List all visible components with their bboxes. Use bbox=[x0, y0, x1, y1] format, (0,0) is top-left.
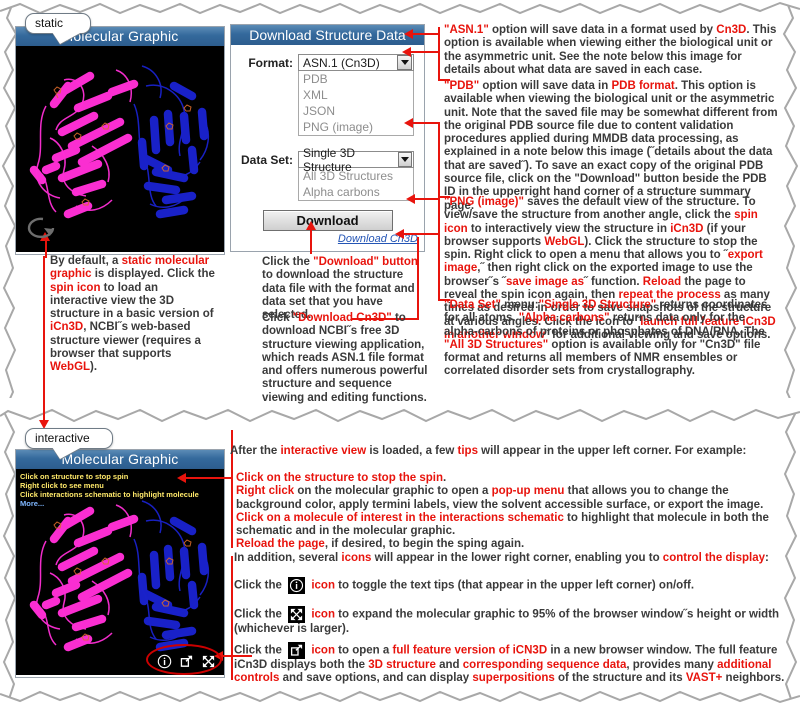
icon-row-info-prefix: Click the bbox=[234, 579, 282, 592]
leader-png bbox=[412, 122, 440, 124]
format-row: Format: ASN.1 (Cn3D) PDB XML JSON PNG (i… bbox=[231, 54, 424, 136]
info-icon[interactable] bbox=[288, 577, 306, 594]
format-label: Format: bbox=[248, 56, 293, 70]
leader-static-long bbox=[43, 256, 45, 423]
annotation-icons-intro: In addition, several icons will appear i… bbox=[234, 552, 786, 565]
tip-line-2: Right click to see menu bbox=[20, 481, 104, 490]
static-molecular-graphic-canvas[interactable] bbox=[16, 46, 224, 252]
leader-pdb-stem bbox=[438, 51, 440, 81]
format-select[interactable]: ASN.1 (Cn3D) bbox=[298, 54, 414, 71]
leader-cn3d-stem bbox=[438, 233, 440, 288]
annotation-interactive-tips: Click on the structure to stop the spin.… bbox=[236, 472, 786, 552]
interactive-tip-4: Reload the page, if desired, to begin th… bbox=[236, 538, 525, 551]
callout-static-label: static bbox=[35, 16, 64, 30]
icon-row-expand: Click the icon to expand the molecular g… bbox=[234, 606, 786, 636]
annotation-interactive-intro: After the interactive view is loaded, a … bbox=[230, 445, 786, 458]
format-option-png[interactable]: PNG (image) bbox=[299, 119, 413, 135]
leader-pdb bbox=[410, 51, 438, 53]
icon-row-expand-text: icon to expand the molecular graphic to … bbox=[234, 608, 780, 635]
download-structure-data-title: Download Structure Data bbox=[231, 25, 424, 45]
format-option-json[interactable]: JSON bbox=[299, 103, 413, 119]
download-structure-data-panel: Download Structure Data Format: ASN.1 (C… bbox=[230, 24, 425, 252]
annotation-asn1: "ASN.1" option will save data in a forma… bbox=[444, 24, 778, 77]
dataset-select[interactable]: Single 3D Structure bbox=[298, 146, 414, 174]
dataset-option-list[interactable]: All 3D Structures Alpha carbons bbox=[298, 168, 414, 201]
tips-more-link[interactable]: More... bbox=[20, 499, 199, 508]
leader-dataset bbox=[414, 198, 440, 200]
callout-interactive-label: interactive bbox=[35, 431, 90, 445]
leader-png-stem bbox=[438, 124, 440, 198]
callout-static-tail bbox=[52, 32, 82, 44]
format-option-list[interactable]: PDB XML JSON PNG (image) bbox=[298, 71, 414, 136]
dataset-select-wrapper: Single 3D Structure All 3D Structures Al… bbox=[298, 146, 414, 201]
annotation-download-cn3d: Click "Download Cn3D" to download NCBI˝s… bbox=[262, 312, 430, 405]
leader-icons-bracket bbox=[231, 556, 233, 680]
arrowhead-pdb bbox=[402, 47, 411, 57]
dataset-option-alpha[interactable]: Alpha carbons bbox=[299, 184, 413, 200]
format-option-pdb[interactable]: PDB bbox=[299, 71, 413, 87]
arrowhead-dlbtn bbox=[306, 221, 316, 230]
arrowhead-png bbox=[404, 118, 413, 128]
callout-interactive-tail bbox=[52, 447, 82, 459]
annotation-dataset-text: "Data Set" menu:"Single 3D Structure" re… bbox=[444, 299, 768, 378]
icon-row-external-prefix: Click the bbox=[234, 644, 282, 657]
annotation-pdb-text: "PDB" option will save data in PDB forma… bbox=[444, 80, 778, 212]
leader-interactive-tips-bracket bbox=[231, 472, 233, 548]
icon-row-external-text: icon to open a full feature version of i… bbox=[234, 644, 785, 685]
annotation-pdb: "PDB" option will save data in PDB forma… bbox=[444, 80, 778, 213]
static-molecular-graphic-panel: Molecular Graphic bbox=[15, 26, 225, 255]
arrowhead-asn1 bbox=[404, 29, 413, 39]
interactive-tip-2: Right click on the molecular graphic to … bbox=[236, 485, 764, 511]
dataset-label: Data Set: bbox=[240, 153, 293, 167]
chevron-down-icon[interactable] bbox=[398, 152, 412, 167]
leader-cn3d-top bbox=[403, 233, 440, 235]
leader-dlbtn-vert bbox=[310, 227, 312, 254]
download-button[interactable]: Download bbox=[262, 210, 393, 231]
format-option-xml[interactable]: XML bbox=[299, 87, 413, 103]
annotation-static-default-text: By default, a static molecular graphic i… bbox=[50, 255, 215, 374]
chevron-down-icon[interactable] bbox=[397, 55, 412, 70]
expand-icon[interactable] bbox=[288, 606, 306, 623]
interactive-molecular-graphic-canvas[interactable]: Click on structure to stop spin Right cl… bbox=[16, 469, 224, 675]
annotation-interactive-intro-text: After the interactive view is loaded, a … bbox=[230, 445, 747, 457]
interactive-molecular-graphic-title: Molecular Graphic bbox=[16, 450, 224, 469]
icon-row-expand-prefix: Click the bbox=[234, 608, 282, 621]
external-link-icon[interactable] bbox=[288, 642, 306, 659]
format-select-wrapper: ASN.1 (Cn3D) PDB XML JSON PNG (image) bbox=[298, 54, 414, 136]
icon-row-info: Click the icon to toggle the text tips (… bbox=[234, 577, 786, 594]
icon-row-info-text: icon to toggle the text tips (that appea… bbox=[311, 579, 695, 592]
annotation-icons-intro-text: In addition, several icons will appear i… bbox=[234, 552, 769, 564]
icon-strip-highlight-ellipse bbox=[146, 644, 222, 675]
dataset-row: Data Set: Single 3D Structure All 3D Str… bbox=[231, 146, 424, 201]
icon-row-external: Click the icon to open a full feature ve… bbox=[234, 642, 786, 686]
interactive-tip-1: Click on the structure to stop the spin. bbox=[236, 472, 447, 484]
tips-overlay: Click on structure to stop spin Right cl… bbox=[20, 472, 199, 508]
callout-interactive: interactive bbox=[25, 428, 113, 459]
interactive-tip-3: Click on a molecule of interest in the i… bbox=[236, 511, 769, 538]
tip-line-3: Click interactions schematic to highligh… bbox=[20, 490, 199, 499]
spin-icon[interactable] bbox=[27, 216, 57, 242]
callout-static: static bbox=[25, 13, 91, 44]
leader-asn1 bbox=[412, 33, 440, 35]
format-select-value: ASN.1 (Cn3D) bbox=[303, 55, 380, 70]
tip-line-1: Click on structure to stop spin bbox=[20, 472, 129, 481]
annotation-dataset: "Data Set" menu:"Single 3D Structure" re… bbox=[444, 299, 778, 379]
content-canvas: static Molecular Graphic Download Struct… bbox=[0, 0, 800, 705]
interactive-molecular-graphic-panel: Molecular Graphic Click on structure to … bbox=[15, 449, 225, 678]
annotation-download-cn3d-text: Click "Download Cn3D" to download NCBI˝s… bbox=[262, 312, 428, 404]
arrowhead-cn3d bbox=[395, 229, 404, 239]
annotation-static-default: By default, a static molecular graphic i… bbox=[50, 255, 218, 375]
arrowhead-dataset bbox=[406, 194, 415, 204]
annotation-asn1-text: "ASN.1" option will save data in a forma… bbox=[444, 24, 777, 76]
